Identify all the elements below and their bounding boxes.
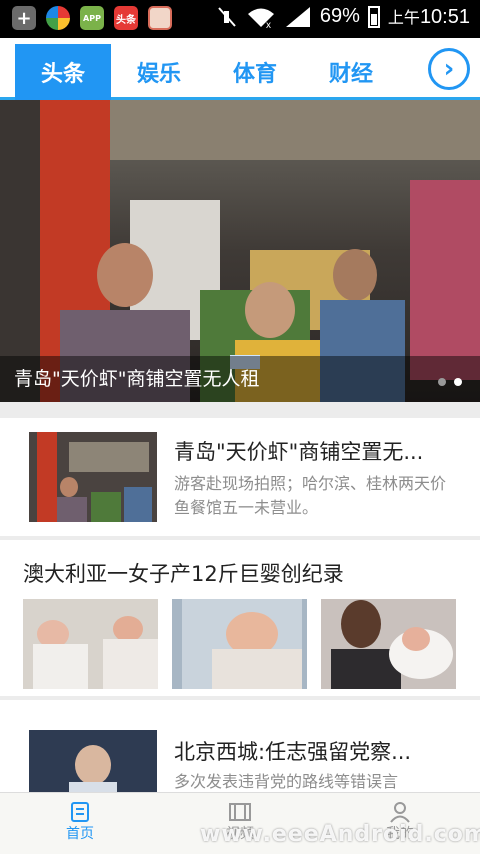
carousel-indicator [438,378,462,386]
home-news-icon [71,802,89,822]
nav-home-label: 首页 [66,826,94,842]
carousel-dot-active [454,378,462,386]
plus-icon: + [12,6,36,30]
battery-percent: 69% [319,5,360,27]
avatar-app-icon [148,6,172,30]
user-icon [390,802,410,823]
app-store-icon: APP [80,6,104,30]
toutiao-icon: 头条 [114,6,138,30]
article-card[interactable]: 北京西城:任志强留党察... 多次发表违背党的路线等错误言 [0,700,480,792]
system-indicators: x 69% 上午10:51 [216,4,470,29]
article-card-gallery[interactable]: 澳大利亚一女子产12斤巨婴创纪录 [0,540,480,696]
chevron-right-icon[interactable]: › [428,48,470,90]
time-ampm: 上午 [387,10,420,27]
article-thumbnail [29,432,157,522]
tab-entertainment[interactable]: 娱乐 [111,44,207,100]
article-title: 北京西城:任志强留党察... [174,740,412,764]
film-icon [229,803,251,821]
status-bar: + APP 头条 x 69% 上午10:51 [0,0,480,38]
battery-icon [367,5,380,28]
nav-home[interactable]: 首页 [30,801,130,843]
hero-caption: 青岛"天价虾"商铺空置无人租 [0,356,480,402]
article-thumbnail [29,730,157,792]
article-summary: 游客赴现场拍照；哈尔滨、桂林两天价鱼餐馆五一未营业。 [174,474,447,517]
tab-headlines[interactable]: 头条 [15,44,111,100]
mute-icon [218,6,236,27]
article-title: 青岛"天价虾"商铺空置无... [174,440,424,464]
gallery-image [23,599,158,689]
watermark: www.eeeAndroid.com [200,822,480,847]
article-summary: 多次发表违背党的路线等错误言 [174,772,399,791]
gallery-image [321,599,456,689]
article-title: 澳大利亚一女子产12斤巨婴创纪录 [23,562,344,586]
wifi-icon: x [247,8,274,29]
carousel-dot [438,378,446,386]
colorful-app-icon [46,6,70,30]
tab-finance[interactable]: 财经 [303,44,399,100]
signal-icon [285,6,310,27]
category-tab-bar: 头条 娱乐 体育 财经 › [0,38,480,100]
gallery-image [172,599,307,689]
tab-sports[interactable]: 体育 [207,44,303,100]
hero-banner[interactable]: 青岛"天价虾"商铺空置无人租 [0,100,480,402]
svg-text:x: x [266,20,271,29]
notification-icons: + APP 头条 [12,6,172,30]
clock: 10:51 [419,6,470,28]
article-card[interactable]: 青岛"天价虾"商铺空置无... 游客赴现场拍照；哈尔滨、桂林两天价鱼餐馆五一未营… [0,418,480,536]
